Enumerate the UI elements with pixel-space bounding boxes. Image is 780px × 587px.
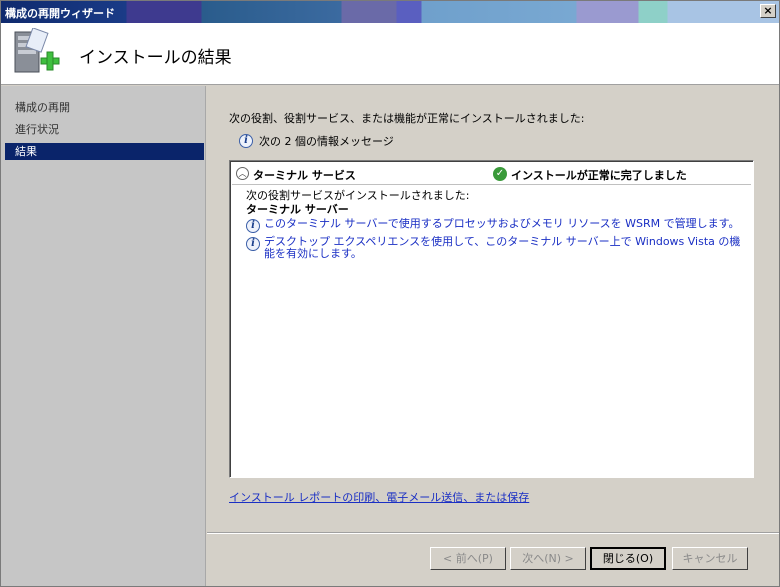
results-header-row: ︿ ターミナル サービス ✓ インストールが正常に完了しました — [232, 163, 751, 185]
page-title: インストールの結果 — [79, 48, 232, 68]
info-summary: i 次の 2 個の情報メッセージ — [239, 133, 394, 149]
wizard-header: インストールの結果 — [1, 23, 779, 85]
info-summary-text: 次の 2 個の情報メッセージ — [259, 135, 394, 148]
result-description: 次の役割、役割サービス、または機能が正常にインストールされました: — [229, 112, 585, 125]
wizard-window: 構成の再開ウィザード × インストールの結果 構成の再開 進行状況 結果 次の役… — [0, 0, 780, 587]
info-message: i デスクトップ エクスペリエンスを使用して、このターミナル サーバー上で Wi… — [246, 236, 751, 260]
main-content: 次の役割、役割サービス、または機能が正常にインストールされました: i 次の 2… — [207, 86, 779, 531]
info-message: i このターミナル サーバーで使用するプロセッサおよびメモリ リソースを WSR… — [246, 218, 751, 233]
info-icon: i — [246, 219, 260, 233]
service-name: ターミナル サーバー — [246, 203, 349, 216]
back-button[interactable]: < 前へ(P) — [430, 547, 506, 570]
info-message-link[interactable]: このターミナル サーバーで使用するプロセッサおよびメモリ リソースを WSRM … — [264, 218, 740, 230]
window-title: 構成の再開ウィザード — [5, 7, 115, 20]
info-message-link[interactable]: デスクトップ エクスペリエンスを使用して、このターミナル サーバー上で Wind… — [264, 236, 751, 260]
wizard-footer: < 前へ(P) 次へ(N) > 閉じる(O) キャンセル — [207, 532, 779, 586]
title-bar[interactable]: 構成の再開ウィザード × — [1, 1, 779, 23]
sidebar-item-resume-config[interactable]: 構成の再開 — [5, 99, 204, 116]
info-icon: i — [239, 134, 253, 148]
close-button[interactable]: 閉じる(O) — [590, 547, 666, 570]
close-window-button[interactable]: × — [760, 4, 776, 18]
sidebar-item-results[interactable]: 結果 — [5, 143, 204, 160]
server-install-icon — [14, 28, 60, 73]
report-link[interactable]: インストール レポートの印刷、電子メール送信、または保存 — [229, 489, 529, 505]
role-name: ターミナル サービス — [253, 169, 356, 182]
results-panel[interactable]: ︿ ターミナル サービス ✓ インストールが正常に完了しました 次の役割サービス… — [229, 160, 754, 478]
cancel-button[interactable]: キャンセル — [672, 547, 748, 570]
info-icon: i — [246, 237, 260, 251]
next-button[interactable]: 次へ(N) > — [510, 547, 586, 570]
install-status: インストールが正常に完了しました — [511, 169, 687, 182]
sidebar-item-progress[interactable]: 進行状況 — [5, 121, 204, 138]
success-check-icon: ✓ — [493, 167, 507, 181]
collapse-chevron-icon[interactable]: ︿ — [236, 167, 249, 180]
wizard-steps-sidebar: 構成の再開 進行状況 結果 — [1, 86, 206, 586]
